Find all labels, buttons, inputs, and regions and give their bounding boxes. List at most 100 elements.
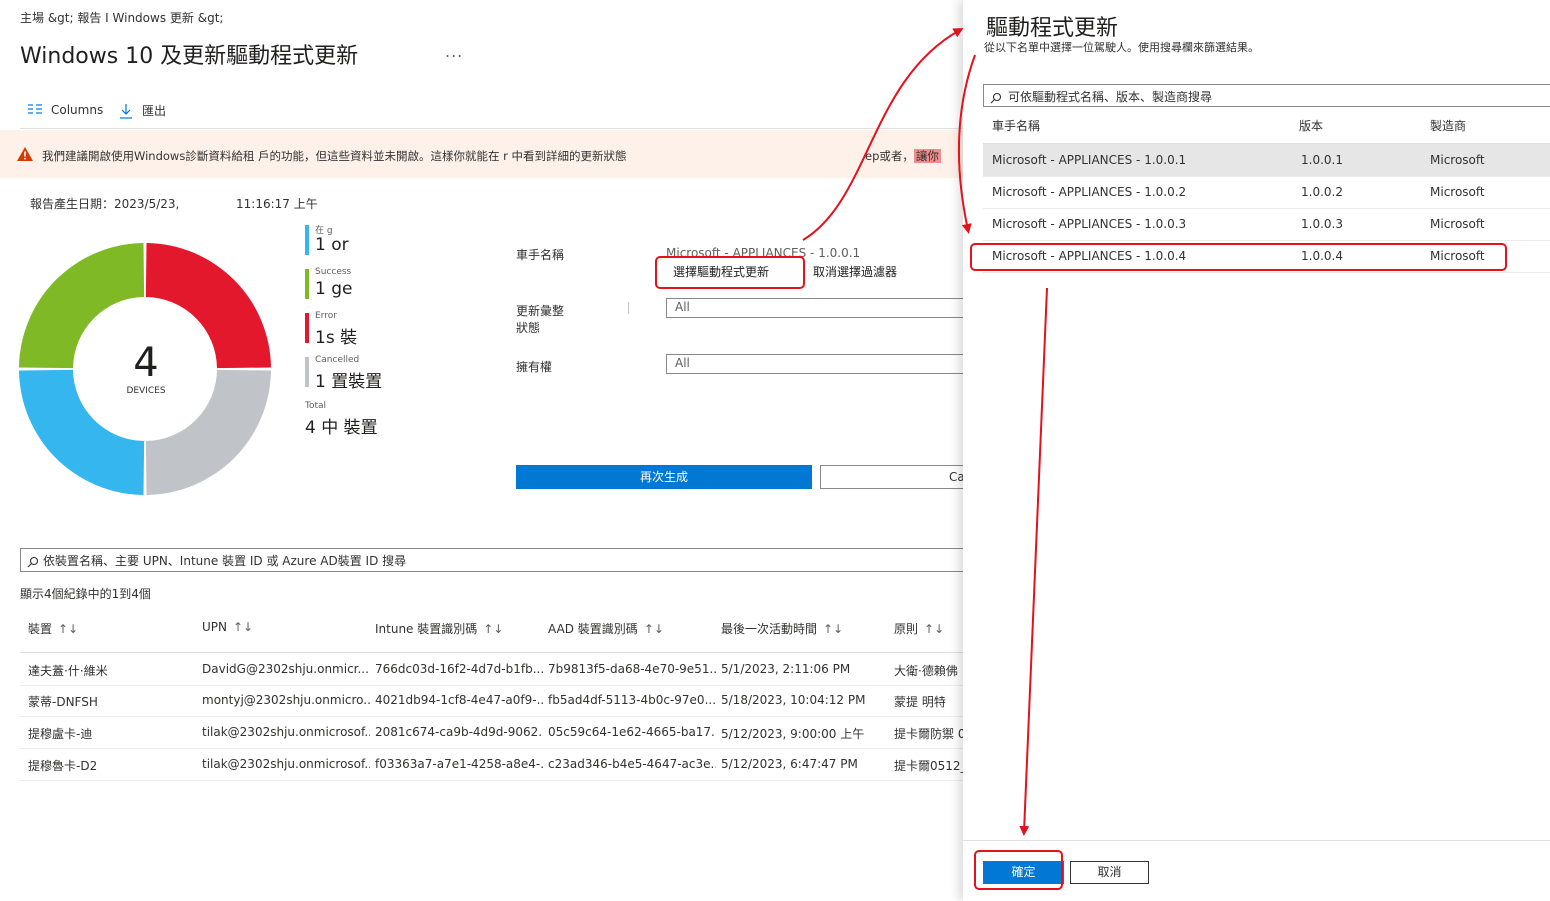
donut-label: DEVICES — [126, 386, 166, 396]
column-header-label: UPN — [202, 620, 227, 634]
cell-aad-id: 05c59c64-1e62-4665-ba17... — [548, 725, 716, 739]
driver-version: 1.0.0.2 — [1301, 185, 1343, 199]
cell-last-activity: 5/18/2023, 10:04:12 PM — [721, 693, 866, 707]
table-row[interactable]: 達夫蓋·什·維米 DavidG@2302shju.onmicr... 766dc… — [20, 652, 963, 686]
device-search-placeholder: 依裝置名稱、主要 UPN、Intune 裝置 ID 或 Azure AD裝置 I… — [43, 554, 407, 568]
update-status-label-line1: 更新彙整 — [516, 304, 565, 318]
cell-intune-id: 766dc03d-16f2-4d7d-b1fb... — [375, 662, 543, 676]
warning-link[interactable]: ep或者， 讓你 — [865, 148, 941, 164]
driver-name: Microsoft - APPLIANCES - 1.0.0.3 — [992, 217, 1187, 231]
warning-link-part1: ep或者， — [865, 149, 914, 163]
cell-upn: montyj@2302shju.onmicro... — [202, 693, 370, 707]
export-label: 匯出 — [142, 104, 167, 118]
driver-search-placeholder: 可依驅動程式名稱、版本、製造商搜尋 — [1008, 90, 1213, 104]
column-header-label: 原則 — [894, 622, 919, 636]
column-header-intune-id[interactable]: Intune 裝置識別碼 ↑↓ — [375, 620, 503, 637]
cell-device: 提穆盧卡-迪 — [28, 727, 93, 741]
legend-total-value: 4 中 裝置 — [305, 418, 378, 438]
device-search-input[interactable]: 依裝置名稱、主要 UPN、Intune 裝置 ID 或 Azure AD裝置 I… — [20, 548, 963, 572]
cell-last-activity: 5/12/2023, 6:47:47 PM — [721, 757, 858, 771]
sort-icon[interactable]: ↑↓ — [644, 622, 664, 636]
cell-aad-id: fb5ad4df-5113-4b0c-97e0... — [548, 693, 716, 707]
driver-manufacturer: Microsoft — [1430, 153, 1485, 167]
table-row[interactable]: 蒙蒂-DNFSH montyj@2302shju.onmicro... 4021… — [20, 684, 963, 717]
legend-value: 1s 裝 — [315, 328, 358, 348]
cancel-report-button[interactable]: Cancel — [820, 465, 963, 489]
update-status-dropdown[interactable]: All — [666, 298, 963, 318]
panel-column-manufacturer[interactable]: 製造商 — [1430, 117, 1466, 134]
cell-device: 達夫蓋·什·維米 — [28, 664, 108, 678]
cell-aad-id: c23ad346-b4e5-4647-ac3e... — [548, 757, 716, 771]
donut-total: 4 — [133, 340, 159, 386]
column-header-policy[interactable]: 原則 ↑↓ — [894, 620, 944, 637]
cell-policy: 提卡爾0512_C — [894, 759, 963, 773]
breadcrumb[interactable]: 主場 &gt; 報告 I Windows 更新 &gt; — [20, 9, 223, 26]
page-title: Windows 10 及更新驅動程式更新 — [20, 44, 359, 69]
cell-upn: tilak@2302shju.onmicrosof... — [202, 757, 370, 771]
cell-last-activity: 5/12/2023, 9:00:00 上午 — [721, 727, 865, 741]
driver-row[interactable]: Microsoft - APPLIANCES - 1.0.0.1 1.0.0.1… — [983, 144, 1550, 177]
cell-policy: 提卡爾防禦 05 — [894, 727, 963, 741]
driver-search-input[interactable]: 可依驅動程式名稱、版本、製造商搜尋 — [983, 84, 1550, 107]
cell-intune-id: f03363a7-a7e1-4258-a8e4-... — [375, 757, 543, 771]
columns-button[interactable]: Columns — [27, 102, 103, 118]
driver-row[interactable]: Microsoft - APPLIANCES - 1.0.0.3 1.0.0.3… — [983, 208, 1550, 241]
legend-color-bar — [305, 225, 309, 255]
regenerate-button[interactable]: 再次生成 — [516, 465, 812, 489]
more-options-button[interactable]: ... — [445, 42, 463, 61]
panel-column-driver[interactable]: 車手名稱 — [992, 117, 1040, 134]
cell-aad-id: 7b9813f5-da68-4e70-9e51... — [548, 662, 716, 676]
driver-version: 1.0.0.1 — [1301, 153, 1343, 167]
column-header-upn[interactable]: UPN ↑↓ — [202, 620, 253, 634]
cell-policy: 蒙提 明特 — [894, 695, 946, 709]
table-row[interactable]: 提穆魯卡-D2 tilak@2302shju.onmicrosof... f03… — [20, 748, 963, 781]
cancel-button[interactable]: 取消 — [1070, 861, 1149, 884]
legend-color-bar — [305, 269, 309, 299]
update-status-label: 更新彙整 狀態 — [516, 302, 564, 336]
cell-last-activity: 5/1/2023, 2:11:06 PM — [721, 662, 851, 676]
panel-footer-divider — [963, 840, 1550, 841]
columns-icon — [28, 104, 42, 114]
panel-title: 驅動程式更新 — [986, 16, 1119, 41]
column-header-label: 裝置 — [28, 622, 53, 636]
driver-update-panel — [963, 0, 1550, 901]
column-header-label: 最後一次活動時間 — [721, 622, 818, 636]
legend-name: Error — [315, 311, 337, 321]
sort-icon[interactable]: ↑↓ — [823, 622, 843, 636]
ownership-label: 擁有權 — [516, 360, 553, 374]
sort-icon[interactable]: ↑↓ — [483, 622, 503, 636]
table-row[interactable]: 提穆盧卡-迪 tilak@2302shju.onmicrosof... 2081… — [20, 716, 963, 749]
legend-color-bar — [305, 313, 309, 343]
driver-manufacturer: Microsoft — [1430, 217, 1485, 231]
export-button[interactable]: 匯出 — [118, 102, 166, 119]
cell-device: 蒙蒂-DNFSH — [28, 695, 98, 709]
panel-column-version[interactable]: 版本 — [1299, 117, 1323, 134]
column-header-device[interactable]: 裝置 ↑↓ — [28, 620, 78, 637]
annotation-box-select-driver — [655, 256, 805, 289]
search-icon — [990, 92, 1002, 103]
column-header-last-activity[interactable]: 最後一次活動時間 ↑↓ — [721, 620, 843, 637]
report-time: 11:16:17 上午 — [236, 197, 318, 211]
warning-icon — [17, 147, 33, 161]
panel-subtitle: 從以下名單中選擇一位駕駛人。使用搜尋欄來篩選結果。 — [984, 41, 1259, 54]
ownership-dropdown[interactable]: All — [666, 354, 963, 374]
cell-upn: DavidG@2302shju.onmicr... — [202, 662, 369, 676]
clear-filter-link[interactable]: 取消選擇過濾器 — [813, 263, 897, 280]
driver-name: Microsoft - APPLIANCES - 1.0.0.1 — [992, 153, 1187, 167]
legend-value: 1 ge — [315, 279, 353, 299]
column-header-aad-id[interactable]: AAD 裝置識別碼 ↑↓ — [548, 620, 664, 637]
driver-label: 車手名稱 — [516, 248, 565, 262]
annotation-box-ok-button — [974, 850, 1063, 890]
warning-link-highlight: 讓你 — [913, 149, 941, 163]
legend-name: Cancelled — [315, 355, 360, 365]
sort-icon[interactable]: ↑↓ — [58, 622, 78, 636]
driver-row[interactable]: Microsoft - APPLIANCES - 1.0.0.2 1.0.0.2… — [983, 176, 1550, 209]
driver-manufacturer: Microsoft — [1430, 185, 1485, 199]
legend-value: 1 or — [315, 235, 349, 255]
driver-name: Microsoft - APPLIANCES - 1.0.0.2 — [992, 185, 1187, 199]
sort-icon[interactable]: ↑↓ — [233, 620, 253, 634]
label-divider — [628, 302, 629, 314]
sort-icon[interactable]: ↑↓ — [924, 622, 944, 636]
columns-label: Columns — [51, 103, 104, 117]
toolbar-divider — [20, 128, 963, 129]
